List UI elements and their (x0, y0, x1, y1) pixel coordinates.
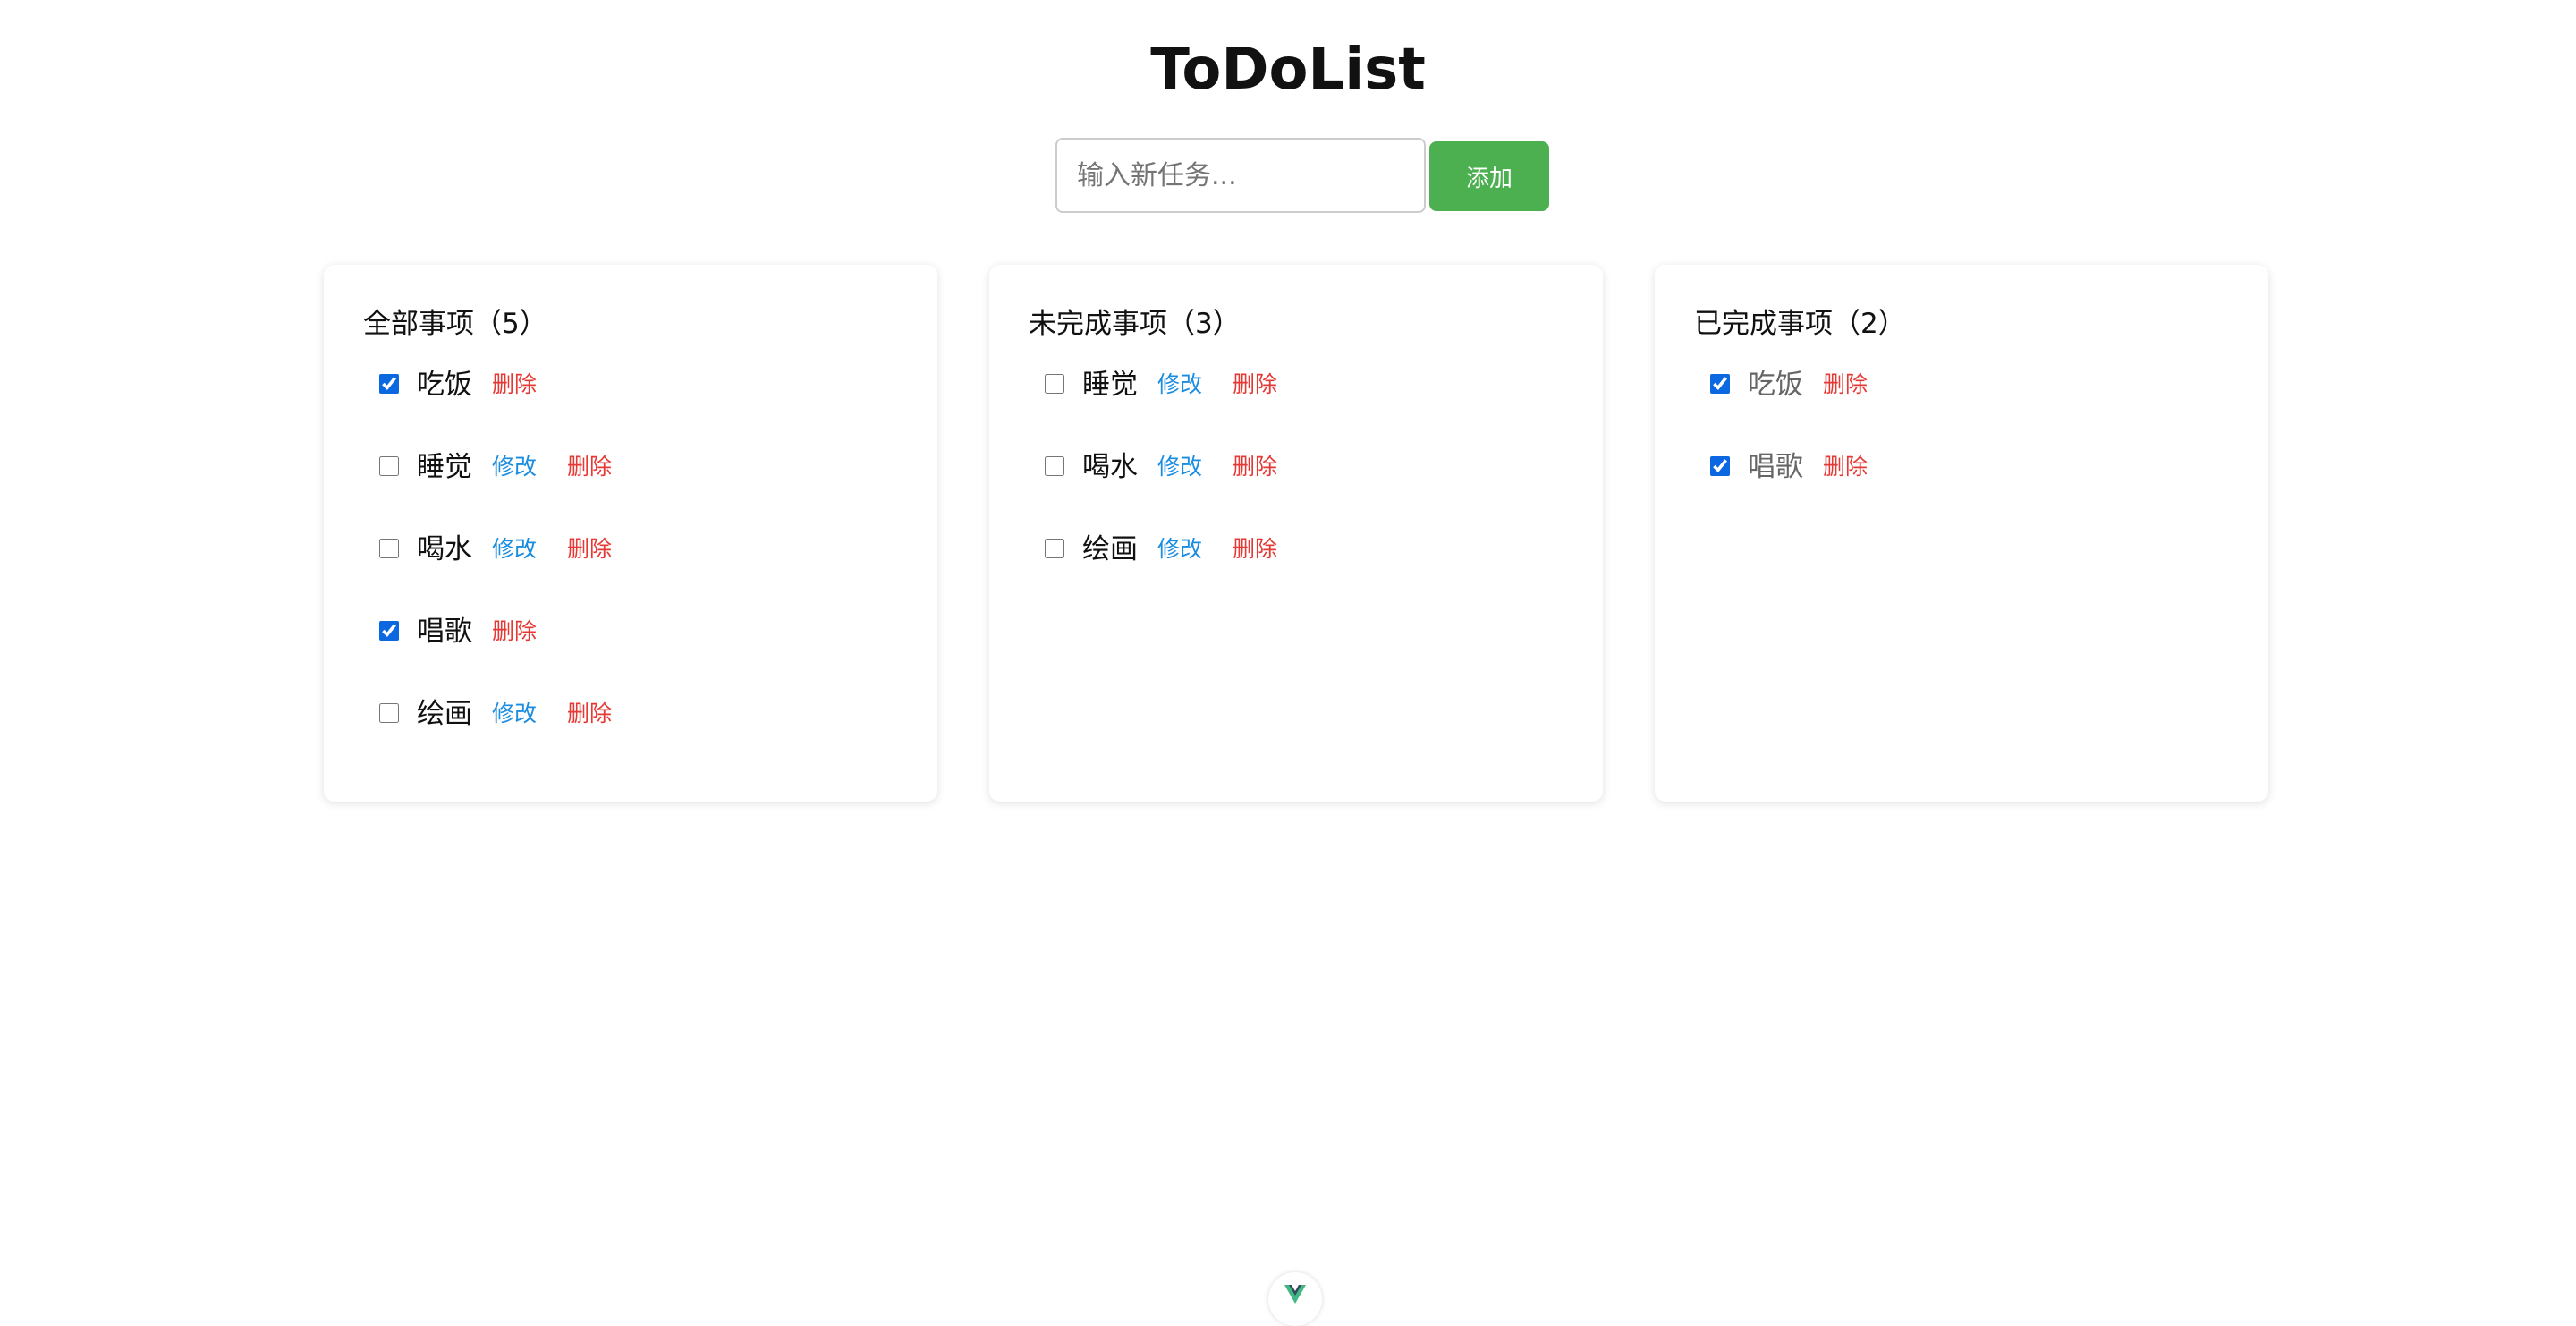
panel-pending-tasks: 未完成事项（3） 睡觉 修改 删除 喝水 修改 删除 绘画 修改 删除 (989, 265, 1603, 802)
task-checkbox[interactable] (1045, 456, 1064, 476)
task-label: 睡觉 (1082, 369, 1138, 401)
panel-title: 已完成事项（2） (1694, 308, 1906, 340)
delete-task-button[interactable]: 删除 (1823, 367, 1868, 403)
list-item: 喝水 修改 删除 (379, 531, 612, 614)
task-label: 喝水 (417, 533, 472, 565)
task-checkbox[interactable] (379, 703, 399, 723)
task-checkbox[interactable] (379, 456, 399, 476)
devtools-toggle-button[interactable] (1268, 1272, 1322, 1326)
task-label: 绘画 (417, 698, 472, 730)
add-task-button[interactable]: 添加 (1429, 141, 1549, 211)
list-item: 睡觉 修改 删除 (1045, 367, 1277, 449)
task-list: 睡觉 修改 删除 喝水 修改 删除 绘画 修改 删除 (1045, 367, 1277, 614)
new-task-input[interactable] (1055, 138, 1426, 213)
list-item: 绘画 修改 删除 (1045, 531, 1277, 614)
panel-done-tasks: 已完成事项（2） 吃饭 删除 唱歌 删除 (1655, 265, 2268, 802)
panel-all-tasks: 全部事项（5） 吃饭 删除 睡觉 修改 删除 喝水 修改 删除 唱歌 删除 绘画 修改 删除 (324, 265, 937, 802)
task-label: 唱歌 (417, 616, 472, 648)
task-list: 吃饭 删除 睡觉 修改 删除 喝水 修改 删除 唱歌 删除 绘画 修改 删除 (379, 367, 612, 778)
edit-task-button[interactable]: 修改 (1157, 449, 1202, 485)
panel-title: 全部事项（5） (363, 308, 547, 340)
edit-task-button[interactable]: 修改 (492, 449, 537, 485)
list-item: 睡觉 修改 删除 (379, 449, 612, 531)
delete-task-button[interactable]: 删除 (567, 696, 612, 732)
edit-task-button[interactable]: 修改 (1157, 367, 1202, 403)
list-item: 吃饭 删除 (1710, 367, 1868, 449)
task-checkbox[interactable] (1710, 456, 1730, 476)
list-item: 唱歌 删除 (379, 614, 612, 696)
delete-task-button[interactable]: 删除 (492, 367, 537, 403)
task-checkbox[interactable] (1710, 374, 1730, 394)
delete-task-button[interactable]: 删除 (567, 449, 612, 485)
delete-task-button[interactable]: 删除 (1233, 367, 1277, 403)
task-checkbox[interactable] (379, 539, 399, 558)
task-label: 吃饭 (417, 369, 472, 401)
vue-logo-icon (1284, 1285, 1306, 1304)
add-task-bar: 添加 (1055, 138, 1556, 215)
task-checkbox[interactable] (1045, 539, 1064, 558)
delete-task-button[interactable]: 删除 (567, 531, 612, 567)
edit-task-button[interactable]: 修改 (1157, 531, 1202, 567)
panel-title: 未完成事项（3） (1029, 308, 1241, 340)
task-label: 唱歌 (1748, 451, 1803, 483)
list-item: 吃饭 删除 (379, 367, 612, 449)
page-title: ToDoList (1150, 37, 1426, 103)
list-item: 唱歌 删除 (1710, 449, 1868, 531)
delete-task-button[interactable]: 删除 (492, 614, 537, 650)
task-checkbox[interactable] (379, 621, 399, 641)
task-checkbox[interactable] (1045, 374, 1064, 394)
task-label: 睡觉 (417, 451, 472, 483)
list-item: 绘画 修改 删除 (379, 696, 612, 778)
edit-task-button[interactable]: 修改 (492, 531, 537, 567)
task-checkbox[interactable] (379, 374, 399, 394)
list-item: 喝水 修改 删除 (1045, 449, 1277, 531)
task-list: 吃饭 删除 唱歌 删除 (1710, 367, 1868, 531)
task-label: 吃饭 (1748, 369, 1803, 401)
task-panels: 全部事项（5） 吃饭 删除 睡觉 修改 删除 喝水 修改 删除 唱歌 删除 绘画 修改 删除 未完成事项… (324, 265, 2270, 803)
task-label: 喝水 (1082, 451, 1138, 483)
edit-task-button[interactable]: 修改 (492, 696, 537, 732)
task-label: 绘画 (1082, 533, 1138, 565)
delete-task-button[interactable]: 删除 (1823, 449, 1868, 485)
delete-task-button[interactable]: 删除 (1233, 449, 1277, 485)
delete-task-button[interactable]: 删除 (1233, 531, 1277, 567)
